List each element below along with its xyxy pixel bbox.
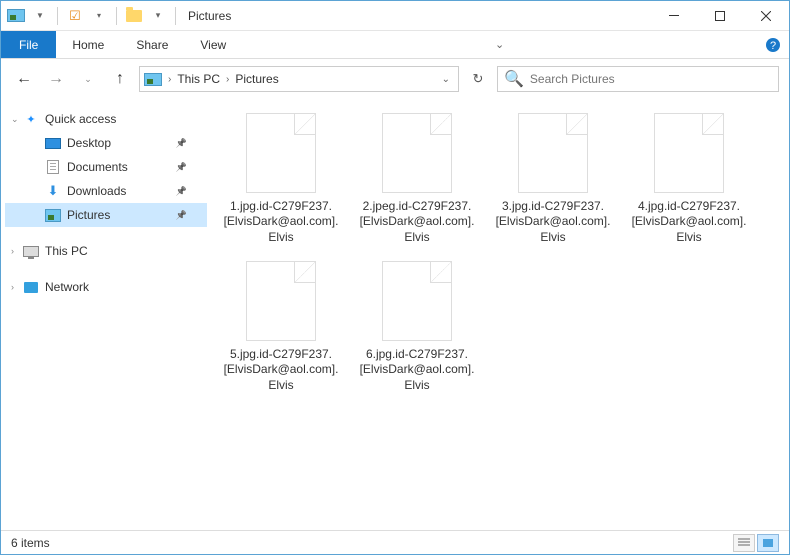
file-icon [246, 113, 316, 193]
minimize-button[interactable] [651, 1, 697, 31]
icons-view-icon [762, 538, 774, 548]
file-name: 2.jpeg.id-C279F237.[ElvisDark@aol.com].E… [357, 199, 477, 245]
file-icon [518, 113, 588, 193]
file-item[interactable]: 4.jpg.id-C279F237.[ElvisDark@aol.com].El… [625, 109, 753, 249]
file-icon [382, 261, 452, 341]
network-icon [23, 280, 39, 294]
qat-customize-icon[interactable]: ▾ [147, 5, 169, 27]
tab-share[interactable]: Share [120, 31, 184, 58]
divider [175, 7, 176, 25]
search-box[interactable]: 🔍 [497, 66, 779, 92]
search-input[interactable] [530, 72, 772, 86]
chevron-right-icon[interactable]: › [11, 246, 14, 256]
desktop-icon [45, 136, 61, 150]
file-icon [654, 113, 724, 193]
recent-dropdown[interactable]: ⌄ [75, 66, 101, 92]
sidebar-item-quick-access[interactable]: ⌄ ✦ Quick access [5, 107, 207, 131]
ribbon: File Home Share View ⌄ ? [1, 31, 789, 59]
chevron-right-icon[interactable]: › [224, 74, 231, 85]
divider [116, 7, 117, 25]
file-name: 6.jpg.id-C279F237.[ElvisDark@aol.com].El… [357, 347, 477, 393]
window-title: Pictures [184, 9, 231, 23]
spacer [5, 227, 207, 239]
pc-icon [23, 244, 39, 258]
status-count: 6 items [11, 536, 50, 550]
ribbon-expand-button[interactable]: ⌄ [484, 31, 516, 58]
sidebar-item-documents[interactable]: Documents [5, 155, 207, 179]
document-icon [45, 160, 61, 174]
properties-icon[interactable]: ☑ [64, 5, 86, 27]
maximize-icon [715, 11, 725, 21]
help-icon: ? [765, 37, 781, 53]
view-switcher [733, 534, 779, 552]
main: ⌄ ✦ Quick access Desktop Documents ⬇ Dow… [1, 99, 789, 529]
window-controls [651, 1, 789, 31]
explorer-icon[interactable] [5, 5, 27, 27]
close-icon [761, 11, 771, 21]
sidebar-item-this-pc[interactable]: › This PC [5, 239, 207, 263]
navbar: ← → ⌄ ↑ › This PC › Pictures ⌄ ↻ 🔍 [1, 59, 789, 99]
search-icon: 🔍 [504, 69, 524, 89]
sidebar-item-label: Documents [67, 160, 128, 174]
quick-access-toolbar: ▼ ☑ ▾ ▾ [1, 5, 184, 27]
file-icon [382, 113, 452, 193]
details-view-button[interactable] [733, 534, 755, 552]
navigation-pane[interactable]: ⌄ ✦ Quick access Desktop Documents ⬇ Dow… [1, 99, 211, 529]
sidebar-item-downloads[interactable]: ⬇ Downloads [5, 179, 207, 203]
sidebar-item-label: This PC [45, 244, 88, 258]
chevron-down-icon[interactable]: ⌄ [11, 114, 19, 125]
pictures-icon [45, 208, 61, 222]
forward-button[interactable]: → [43, 66, 69, 92]
file-icon [246, 261, 316, 341]
details-view-icon [738, 538, 750, 548]
minimize-icon [669, 15, 679, 16]
qat-dropdown-icon[interactable]: ▼ [29, 5, 51, 27]
star-icon: ✦ [23, 112, 39, 126]
file-item[interactable]: 6.jpg.id-C279F237.[ElvisDark@aol.com].El… [353, 257, 481, 397]
folder-icon[interactable] [123, 5, 145, 27]
sidebar-item-desktop[interactable]: Desktop [5, 131, 207, 155]
breadcrumb-item[interactable]: Pictures [235, 72, 278, 86]
sidebar-item-network[interactable]: › Network [5, 275, 207, 299]
file-item[interactable]: 3.jpg.id-C279F237.[ElvisDark@aol.com].El… [489, 109, 617, 249]
close-button[interactable] [743, 1, 789, 31]
file-name: 4.jpg.id-C279F237.[ElvisDark@aol.com].El… [629, 199, 749, 245]
refresh-button[interactable]: ↻ [465, 71, 491, 87]
tab-home[interactable]: Home [56, 31, 120, 58]
divider [57, 7, 58, 25]
tab-view[interactable]: View [184, 31, 242, 58]
chevron-right-icon[interactable]: › [166, 74, 173, 85]
file-item[interactable]: 1.jpg.id-C279F237.[ElvisDark@aol.com].El… [217, 109, 345, 249]
file-name: 1.jpg.id-C279F237.[ElvisDark@aol.com].El… [221, 199, 341, 245]
file-item[interactable]: 2.jpeg.id-C279F237.[ElvisDark@aol.com].E… [353, 109, 481, 249]
file-pane[interactable]: 1.jpg.id-C279F237.[ElvisDark@aol.com].El… [211, 99, 789, 529]
sidebar-item-label: Desktop [67, 136, 111, 150]
sidebar-item-pictures[interactable]: Pictures [5, 203, 207, 227]
sidebar-item-label: Quick access [45, 112, 116, 126]
help-button[interactable]: ? [757, 31, 789, 58]
back-button[interactable]: ← [11, 66, 37, 92]
sidebar-item-label: Pictures [67, 208, 110, 222]
chevron-right-icon[interactable]: › [11, 282, 14, 292]
large-icons-view-button[interactable] [757, 534, 779, 552]
download-icon: ⬇ [45, 184, 61, 198]
breadcrumb-dropdown-icon[interactable]: ⌄ [438, 74, 454, 85]
svg-text:?: ? [770, 40, 776, 52]
spacer [5, 263, 207, 275]
location-icon [144, 73, 162, 86]
up-button[interactable]: ↑ [107, 66, 133, 92]
qat-dropdown-icon[interactable]: ▾ [88, 5, 110, 27]
titlebar: ▼ ☑ ▾ ▾ Pictures [1, 1, 789, 31]
breadcrumb-item[interactable]: This PC [177, 72, 220, 86]
sidebar-item-label: Network [45, 280, 89, 294]
file-name: 5.jpg.id-C279F237.[ElvisDark@aol.com].El… [221, 347, 341, 393]
statusbar: 6 items [1, 530, 789, 554]
sidebar-item-label: Downloads [67, 184, 126, 198]
file-name: 3.jpg.id-C279F237.[ElvisDark@aol.com].El… [493, 199, 613, 245]
maximize-button[interactable] [697, 1, 743, 31]
tab-file[interactable]: File [1, 31, 56, 58]
breadcrumb[interactable]: › This PC › Pictures ⌄ [139, 66, 459, 92]
file-item[interactable]: 5.jpg.id-C279F237.[ElvisDark@aol.com].El… [217, 257, 345, 397]
